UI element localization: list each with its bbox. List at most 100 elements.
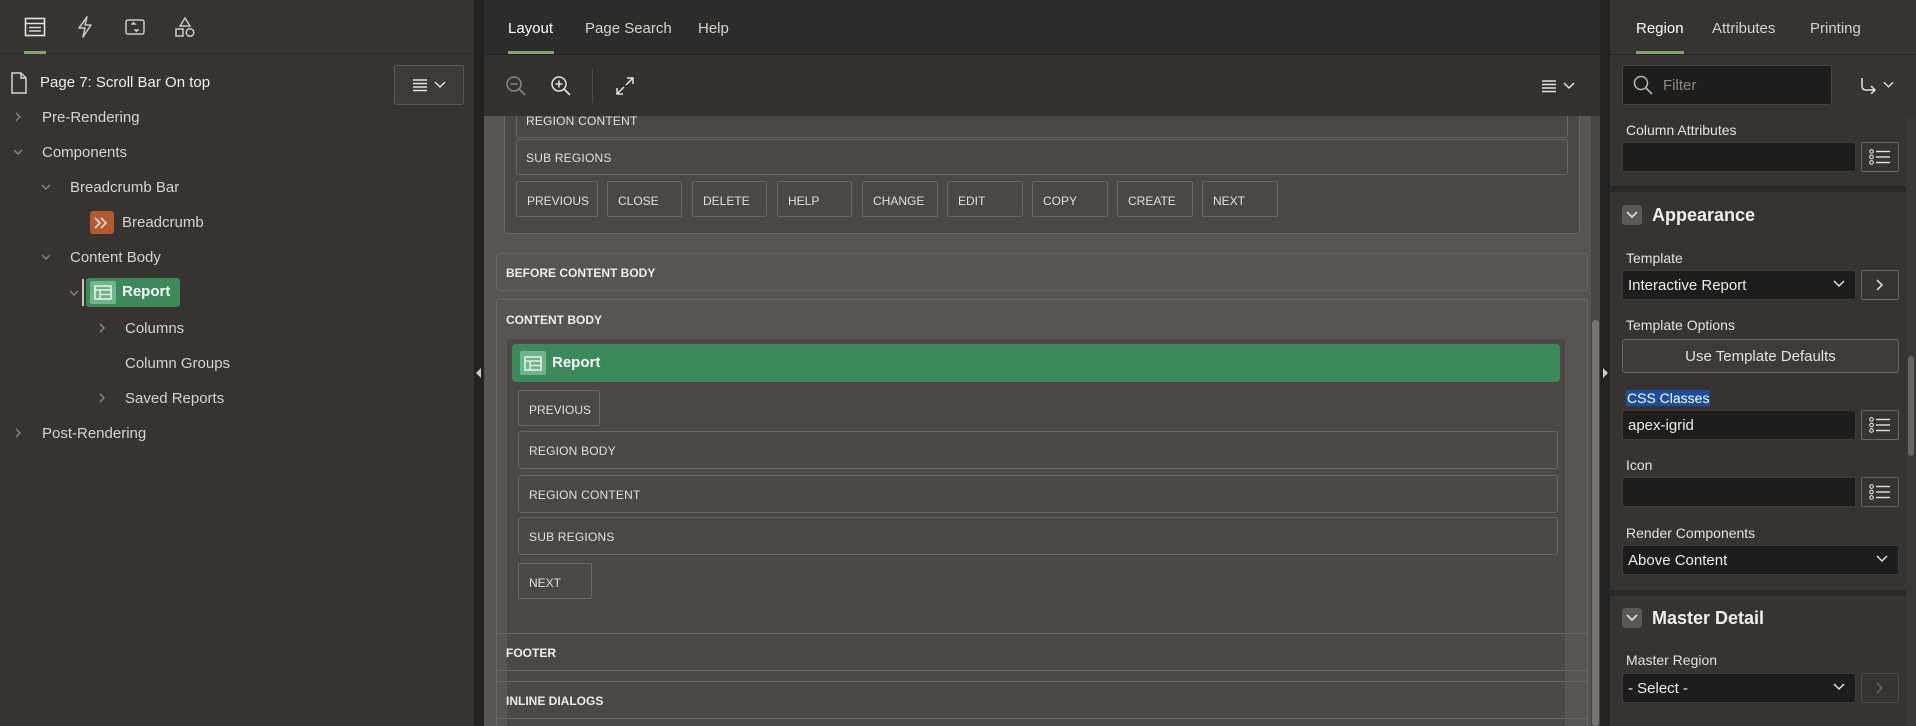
chevron-down-icon [1876, 555, 1888, 563]
go-to-group-button[interactable] [1854, 70, 1898, 100]
help-slot[interactable]: HELP [777, 181, 852, 217]
icon-field[interactable] [1622, 477, 1856, 507]
filter-input[interactable] [1663, 74, 1823, 96]
shared-components-tab[interactable] [162, 0, 208, 54]
zoom-out-icon [506, 76, 526, 96]
region-body-slot[interactable] [518, 431, 1558, 469]
right-splitter[interactable] [1600, 0, 1610, 726]
go-to-template-button[interactable] [1861, 270, 1899, 300]
master-region-value: - Select - [1628, 680, 1689, 697]
render-components-select[interactable]: Above Content [1622, 545, 1899, 575]
property-scrollbar[interactable] [1906, 116, 1916, 726]
collapse-right-icon[interactable] [1602, 368, 1608, 378]
report-region-header[interactable]: Report [512, 344, 1560, 382]
filter-field[interactable] [1622, 65, 1832, 105]
tree-node-breadcrumb-bar[interactable]: Breadcrumb Bar [70, 172, 179, 202]
report-sub-regions-label: SUB REGIONS [529, 530, 615, 544]
css-classes-field[interactable]: apex-igrid [1622, 410, 1856, 440]
create-slot[interactable]: CREATE [1117, 181, 1193, 217]
next-slot[interactable]: NEXT [1202, 181, 1278, 217]
chevron-down-icon[interactable] [40, 181, 52, 193]
list-icon [1869, 417, 1890, 433]
tree-node-pre-rendering[interactable]: Pre-Rendering [42, 102, 140, 132]
use-template-defaults-button[interactable]: Use Template Defaults [1622, 339, 1899, 373]
chevron-down-icon[interactable] [40, 251, 52, 263]
tree-node-columns[interactable]: Columns [125, 313, 184, 343]
layout-menu-button[interactable] [1536, 69, 1580, 103]
delete-slot[interactable]: DELETE [692, 181, 767, 217]
footer-region[interactable] [496, 633, 1588, 671]
chevron-right-icon[interactable] [96, 392, 108, 404]
report-region-content-slot[interactable] [518, 475, 1558, 513]
master-region-select[interactable]: - Select - [1622, 673, 1856, 703]
chevron-down-icon[interactable] [12, 146, 24, 158]
master-detail-section-header[interactable]: Master Detail [1622, 603, 1764, 633]
tab-attributes[interactable]: Attributes [1712, 20, 1775, 37]
chevron-right-icon[interactable] [96, 322, 108, 334]
sub-regions-slot[interactable] [516, 139, 1568, 175]
chevron-right-icon [1876, 279, 1884, 291]
rendering-tab-icon [24, 17, 46, 37]
tree-menu-button[interactable] [394, 65, 464, 105]
inline-dialogs-region[interactable] [496, 681, 1588, 719]
master-detail-title: Master Detail [1652, 607, 1765, 628]
previous-slot[interactable]: PREVIOUS [516, 181, 598, 217]
close-slot[interactable]: CLOSE [607, 181, 682, 217]
report-previous-slot[interactable]: PREVIOUS [518, 390, 600, 426]
left-splitter[interactable] [474, 0, 484, 726]
region-content-slot[interactable] [516, 116, 1568, 138]
zoom-out-button[interactable] [499, 69, 533, 103]
change-slot[interactable]: CHANGE [862, 181, 938, 217]
tab-page-search[interactable]: Page Search [585, 20, 672, 37]
tree-node-content-body[interactable]: Content Body [70, 242, 161, 272]
report-region-content-label: REGION CONTENT [529, 488, 641, 502]
collapse-left-icon[interactable] [476, 368, 482, 378]
before-content-body-region[interactable] [496, 253, 1588, 291]
tree-node-report[interactable]: Report [86, 278, 180, 307]
template-value: Interactive Report [1628, 277, 1747, 294]
rendering-tab[interactable] [12, 0, 58, 54]
layout-toolbar [484, 54, 1600, 116]
go-to-group-icon [1860, 78, 1876, 94]
tree-node-components[interactable]: Components [42, 137, 127, 167]
icon-list-button[interactable] [1861, 477, 1899, 507]
column-attributes-field[interactable] [1622, 142, 1856, 172]
tree-node-column-groups[interactable]: Column Groups [125, 348, 230, 378]
tab-layout[interactable]: Layout [508, 20, 553, 37]
appearance-section-header[interactable]: Appearance [1622, 200, 1755, 230]
region-content-label: REGION CONTENT [526, 116, 638, 128]
collapse-appearance-button[interactable] [1622, 205, 1642, 225]
tree-node-post-rendering[interactable]: Post-Rendering [42, 418, 146, 448]
zoom-in-button[interactable] [544, 69, 578, 103]
template-select[interactable]: Interactive Report [1622, 270, 1856, 300]
tree-node-breadcrumb[interactable]: Breadcrumb [122, 207, 204, 237]
css-classes-list-button[interactable] [1861, 410, 1899, 440]
column-attributes-list-button[interactable] [1861, 142, 1899, 172]
sub-regions-label: SUB REGIONS [526, 151, 612, 165]
report-next-slot[interactable]: NEXT [518, 563, 592, 599]
tab-region[interactable]: Region [1636, 20, 1684, 37]
chevron-down-icon[interactable] [68, 287, 80, 299]
copy-slot[interactable]: COPY [1032, 181, 1108, 217]
template-label: Template [1626, 250, 1683, 266]
collapse-master-detail-button[interactable] [1622, 608, 1642, 628]
chevron-right-icon[interactable] [12, 111, 24, 123]
content-body-label: CONTENT BODY [506, 313, 602, 327]
canvas-scrollbar-thumb[interactable] [1592, 320, 1599, 726]
expand-button[interactable] [608, 69, 642, 103]
tree-node-saved-reports[interactable]: Saved Reports [125, 383, 224, 413]
report-sub-regions-slot[interactable] [518, 517, 1558, 555]
chevron-right-icon[interactable] [12, 427, 24, 439]
dynamic-actions-tab[interactable] [62, 0, 108, 54]
shared-components-icon [175, 16, 195, 38]
canvas-scrollbar[interactable] [1591, 116, 1600, 726]
go-to-master-region-button[interactable] [1861, 673, 1899, 703]
processing-tab[interactable] [112, 0, 158, 54]
page-title: Page 7: Scroll Bar On top [40, 74, 211, 91]
tab-printing[interactable]: Printing [1810, 20, 1861, 37]
chevron-down-icon [1833, 683, 1845, 691]
tab-help[interactable]: Help [698, 20, 729, 37]
edit-slot[interactable]: EDIT [947, 181, 1023, 217]
chevron-down-icon [434, 81, 446, 89]
property-scrollbar-thumb[interactable] [1908, 356, 1914, 456]
